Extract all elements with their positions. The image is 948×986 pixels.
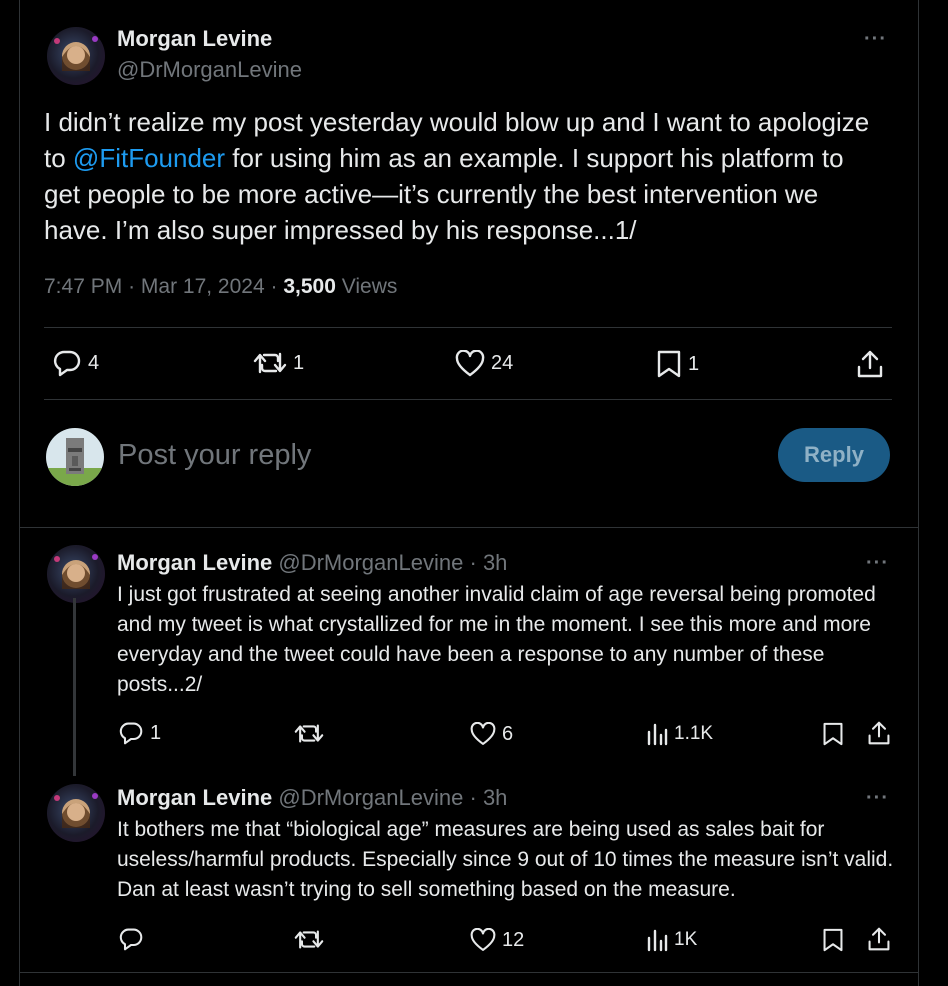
like-count: 12: [502, 928, 525, 951]
share-action[interactable]: [867, 720, 891, 746]
heart-icon: [470, 722, 496, 746]
bookmark-action[interactable]: [822, 927, 844, 953]
reply-text: It bothers me that “biological age” meas…: [117, 818, 894, 901]
header-separator: ·: [469, 550, 477, 575]
reply-text: I just got frustrated at seeing another …: [117, 583, 876, 696]
more-options-icon[interactable]: ···: [866, 552, 889, 575]
bookmark-count: 1: [688, 352, 700, 375]
author-avatar[interactable]: [47, 545, 105, 603]
like-action[interactable]: 24: [455, 350, 513, 377]
repost-icon: [294, 724, 324, 743]
thread-connector: [73, 598, 76, 776]
reply-time[interactable]: 3h: [483, 550, 507, 575]
reply-count: 4: [88, 351, 100, 374]
views-count: 1.1K: [674, 723, 714, 744]
mention-link[interactable]: @FitFounder: [73, 143, 225, 173]
divider: [44, 399, 892, 400]
reply-count: 1: [150, 721, 162, 744]
reply-action[interactable]: [118, 927, 144, 951]
reply-input[interactable]: [118, 433, 718, 477]
author-handle[interactable]: @DrMorganLevine: [278, 550, 463, 575]
author-avatar[interactable]: [47, 784, 105, 842]
meta-separator: ·: [128, 275, 136, 298]
repost-icon: [294, 930, 324, 949]
reply-header: Morgan Levine @DrMorganLevine · 3h: [117, 550, 507, 576]
reply-icon: [119, 722, 143, 745]
share-icon: [868, 927, 890, 951]
author-name[interactable]: Morgan Levine: [117, 550, 272, 575]
more-options-icon[interactable]: ···: [864, 28, 887, 51]
repost-action[interactable]: [294, 722, 324, 745]
section-divider: [19, 972, 919, 973]
like-action[interactable]: 12: [470, 928, 524, 952]
heart-icon: [455, 350, 485, 377]
share-action[interactable]: [867, 926, 891, 952]
reply-button[interactable]: Reply: [778, 428, 890, 482]
views-action[interactable]: 1K: [646, 928, 697, 952]
author-name[interactable]: Morgan Levine: [117, 26, 272, 52]
analytics-icon: [647, 723, 668, 746]
reply-time[interactable]: 3h: [483, 785, 507, 810]
meta-separator: ·: [270, 275, 278, 298]
reply-icon: [53, 350, 81, 377]
bookmark-icon: [823, 722, 843, 746]
more-options-icon[interactable]: ···: [866, 787, 889, 810]
repost-icon: [253, 352, 287, 374]
post-text: I didn’t realize my post yesterday would…: [44, 104, 874, 248]
user-avatar[interactable]: [46, 428, 104, 486]
bookmark-action[interactable]: [822, 721, 844, 747]
reply-action[interactable]: 1: [118, 721, 161, 745]
share-icon: [868, 721, 890, 745]
section-divider: [19, 527, 919, 528]
reply-icon: [119, 928, 143, 951]
author-handle[interactable]: @DrMorganLevine: [117, 57, 302, 83]
repost-action[interactable]: 1: [253, 350, 304, 376]
share-action[interactable]: [856, 349, 884, 379]
reply-header: Morgan Levine @DrMorganLevine · 3h: [117, 785, 507, 811]
repost-action[interactable]: [294, 928, 324, 951]
bookmark-icon: [657, 350, 681, 378]
post-time[interactable]: 7:47 PM: [44, 275, 122, 298]
views-label: Views: [341, 275, 398, 298]
divider: [44, 327, 892, 328]
views-action[interactable]: 1.1K: [646, 722, 713, 746]
post-date[interactable]: Mar 17, 2024: [141, 275, 265, 298]
repost-count: 1: [293, 351, 305, 374]
bookmark-icon: [823, 928, 843, 952]
author-handle[interactable]: @DrMorganLevine: [278, 785, 463, 810]
bookmark-action[interactable]: 1: [656, 349, 699, 379]
like-action[interactable]: 6: [470, 722, 513, 746]
views-count: 1K: [674, 929, 698, 950]
post-meta: 7:47 PM · Mar 17, 2024 · 3,500 Views: [44, 275, 397, 299]
author-avatar[interactable]: [47, 27, 105, 85]
author-name[interactable]: Morgan Levine: [117, 785, 272, 810]
analytics-icon: [647, 929, 668, 952]
like-count: 6: [502, 722, 514, 745]
header-separator: ·: [469, 785, 477, 810]
reply-action[interactable]: 4: [52, 349, 99, 377]
views-count: 3,500: [283, 275, 336, 298]
like-count: 24: [491, 352, 514, 374]
share-icon: [857, 350, 883, 378]
heart-icon: [470, 928, 496, 952]
